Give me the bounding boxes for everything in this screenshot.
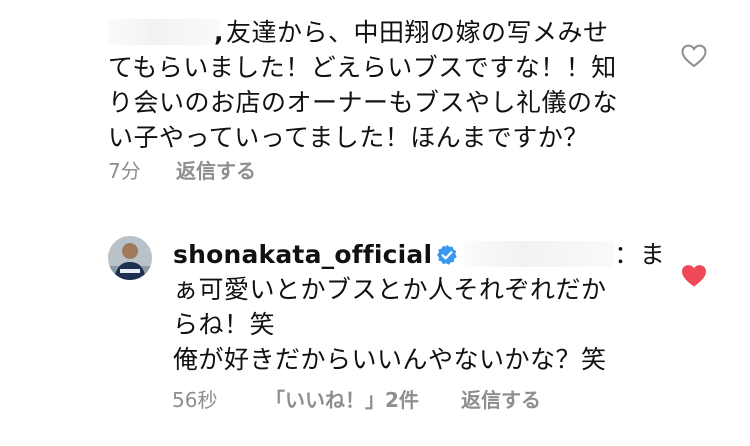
comment-2-line-1: ：ま — [614, 240, 666, 269]
comment-1-reply-button[interactable]: 返信する — [176, 155, 256, 184]
avatar[interactable] — [108, 236, 152, 280]
comment-1-line-4: い子やっていってました！ほんまですか？ — [108, 123, 589, 152]
heart-outline-icon[interactable] — [681, 44, 707, 68]
comment-1: ,友達から、中田翔の嫁の写メみせ てもらいました！どえらいブスですな！！知 り会… — [0, 0, 750, 200]
comment-1-text: ,友達から、中田翔の嫁の写メみせ てもらいました！どえらいブスですな！！知 り会… — [108, 18, 619, 152]
username[interactable]: shonakata_official — [173, 240, 432, 269]
comment-2-text: shonakata_official ：ま ぁ可愛いとかブスとか人それぞれだか ら… — [173, 237, 665, 377]
comment-2-line-4: 俺が好きだからいいんやないかな？笑 — [173, 345, 607, 374]
comment-2-line-2: ぁ可愛いとかブスとか人それぞれだか — [173, 275, 607, 304]
verified-badge-icon — [437, 244, 457, 265]
comment-1-line-3: り会いのお店のオーナーもブスやし礼儀のな — [108, 88, 619, 117]
comment-1-line-1: 友達から、中田翔の嫁の写メみせ — [226, 18, 609, 47]
comment-2-line-3: らね！笑 — [173, 310, 276, 339]
heart-filled-icon[interactable] — [681, 264, 707, 288]
comment-1-timestamp: 7分 — [108, 159, 141, 183]
comment-2-reply-button[interactable]: 返信する — [461, 384, 541, 413]
redacted-username — [108, 19, 220, 45]
comment-1-line-2: てもらいました！どえらいブスですな！！知 — [108, 53, 617, 82]
comment-2: shonakata_official ：ま ぁ可愛いとかブスとか人それぞれだか ら… — [0, 222, 750, 446]
comment-2-timestamp: 56秒 — [172, 388, 218, 412]
avatar-image — [108, 236, 152, 280]
redacted-mention — [464, 241, 615, 267]
comment-2-likes-count[interactable]: 「いいね！」2件 — [265, 384, 419, 413]
